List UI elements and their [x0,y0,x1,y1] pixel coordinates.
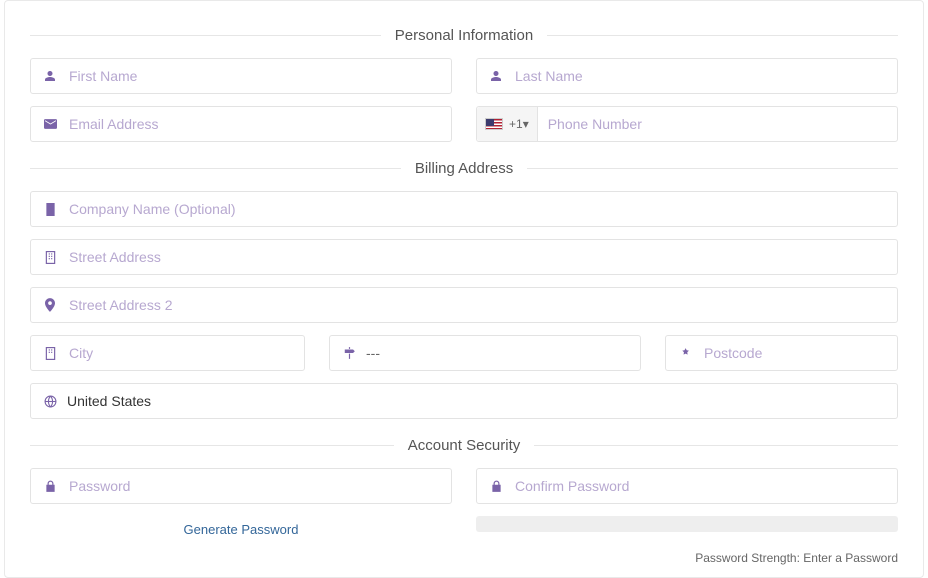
section-title-personal: Personal Information [381,27,547,44]
globe-icon [41,395,59,408]
certificate-icon [676,347,694,359]
company-input[interactable] [67,192,887,226]
section-divider-security: Account Security [30,437,898,454]
first-name-field[interactable] [30,58,452,94]
section-title-security: Account Security [394,437,535,454]
phone-input[interactable] [546,107,887,141]
lock-icon [487,480,505,493]
password-strength-text: Password Strength: Enter a Password [30,551,898,565]
section-title-billing: Billing Address [401,160,527,177]
registration-form: Personal Information +1▾ [4,0,924,578]
email-field[interactable] [30,106,452,142]
city-input[interactable] [67,336,294,370]
phone-country-selector[interactable]: +1▾ [477,107,538,141]
street1-input[interactable] [67,240,887,274]
email-input[interactable] [67,107,441,141]
city-field[interactable] [30,335,305,371]
password-field[interactable] [30,468,452,504]
postcode-field[interactable] [665,335,898,371]
flag-us-icon [485,118,503,130]
dial-code-label: +1▾ [509,117,529,131]
state-select[interactable]: --- [329,335,641,371]
person-icon [487,70,505,82]
street1-field[interactable] [30,239,898,275]
password-strength-meter [476,516,898,532]
last-name-field[interactable] [476,58,898,94]
country-select[interactable]: United States [30,383,898,419]
phone-field[interactable]: +1▾ [476,106,898,142]
state-display: --- [366,345,380,361]
lock-icon [41,480,59,493]
map-signs-icon [340,347,358,359]
company-field[interactable] [30,191,898,227]
person-icon [41,70,59,82]
street2-input[interactable] [67,288,887,322]
generate-password-link[interactable]: Generate Password [184,516,299,537]
building-icon [41,203,59,216]
section-divider-personal: Personal Information [30,27,898,44]
confirm-password-field[interactable] [476,468,898,504]
first-name-input[interactable] [67,59,441,93]
building-outline-icon [41,347,59,360]
confirm-password-input[interactable] [513,469,887,503]
map-marker-icon [41,298,59,312]
section-divider-billing: Billing Address [30,160,898,177]
envelope-icon [41,119,59,129]
country-display: United States [67,393,887,409]
postcode-input[interactable] [702,336,887,370]
password-input[interactable] [67,469,441,503]
last-name-input[interactable] [513,59,887,93]
building-outline-icon [41,251,59,264]
street2-field[interactable] [30,287,898,323]
